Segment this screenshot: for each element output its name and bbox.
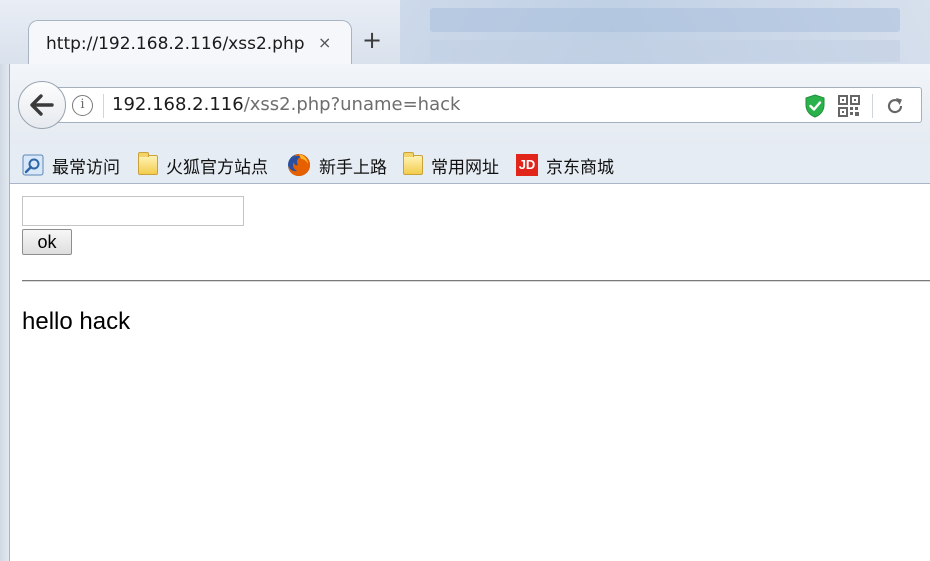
jd-icon: JD <box>516 154 538 176</box>
new-tab-button[interactable]: + <box>362 28 382 52</box>
back-arrow-icon <box>30 94 54 116</box>
ok-button[interactable]: ok <box>22 229 72 255</box>
url-path: /xss2.php?uname=hack <box>243 94 461 115</box>
firefox-icon <box>288 154 310 176</box>
bookmark-label: 火狐官方站点 <box>166 157 268 178</box>
url-separator <box>103 94 104 118</box>
tab-title: http://192.168.2.116/xss2.php <box>46 34 305 54</box>
reload-icon[interactable] <box>884 95 906 117</box>
uname-input[interactable] <box>22 196 244 226</box>
greeting-text: hello hack <box>22 308 131 335</box>
bookmark-common-sites[interactable]: 常用网址 <box>403 152 499 178</box>
window-left-border <box>0 64 10 561</box>
background-window-toolbar <box>430 8 900 32</box>
url-text[interactable]: 192.168.2.116/xss2.php?uname=hack <box>112 94 460 115</box>
background-window-bar <box>430 40 900 62</box>
navigation-toolbar: i 192.168.2.116/xss2.php?uname=hack <box>10 64 930 144</box>
back-button[interactable] <box>18 81 66 129</box>
bookmark-label: 常用网址 <box>431 157 499 178</box>
bookmark-firefox-official[interactable]: 火狐官方站点 <box>138 152 268 178</box>
url-host: 192.168.2.116 <box>112 94 244 115</box>
folder-icon <box>403 152 423 175</box>
bookmark-label: 京东商城 <box>546 157 614 178</box>
bookmark-label: 新手上路 <box>319 157 387 178</box>
qr-code-icon[interactable] <box>838 95 860 117</box>
browser-tab[interactable]: http://192.168.2.116/xss2.php × <box>28 20 352 65</box>
horizontal-rule <box>22 280 930 282</box>
tab-close-icon[interactable]: × <box>318 33 331 52</box>
reload-separator <box>872 94 873 118</box>
info-icon[interactable]: i <box>72 95 93 116</box>
bookmarks-toolbar: 最常访问 火狐官方站点 新手上路 常用网址 JD 京东商城 <box>10 144 930 184</box>
bookmark-getting-started[interactable]: 新手上路 <box>287 153 387 178</box>
bookmark-most-visited[interactable]: 最常访问 <box>22 153 120 178</box>
url-bar[interactable]: i 192.168.2.116/xss2.php?uname=hack <box>58 87 922 123</box>
page-content: ok hello hack <box>11 185 930 561</box>
bookmark-label: 最常访问 <box>52 157 120 178</box>
bookmark-jd-mall[interactable]: JD 京东商城 <box>516 153 614 178</box>
shield-icon[interactable] <box>804 94 826 118</box>
most-visited-icon <box>22 154 44 176</box>
folder-icon <box>138 152 158 175</box>
